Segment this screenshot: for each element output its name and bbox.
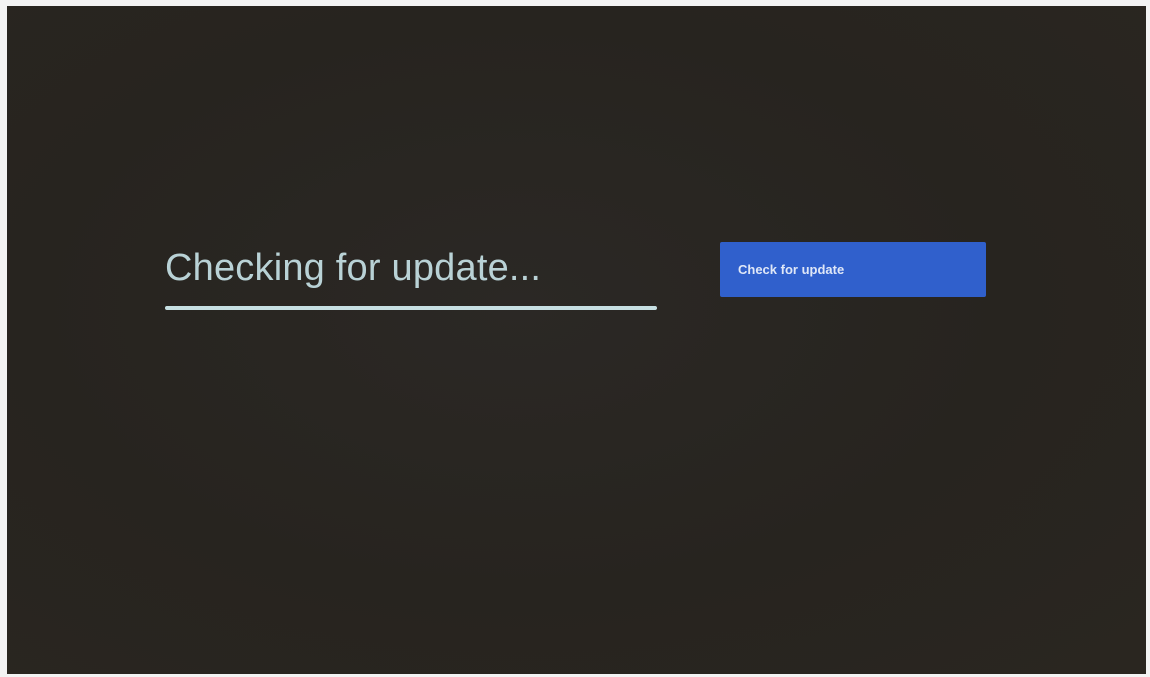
update-status: Checking for update... (165, 242, 657, 310)
update-progress-bar (165, 306, 657, 310)
status-title: Checking for update... (165, 247, 542, 289)
tv-screen: Checking for update... Check for update (7, 6, 1146, 674)
update-progress-fill (165, 306, 657, 310)
check-for-update-button[interactable]: Check for update (720, 242, 986, 297)
